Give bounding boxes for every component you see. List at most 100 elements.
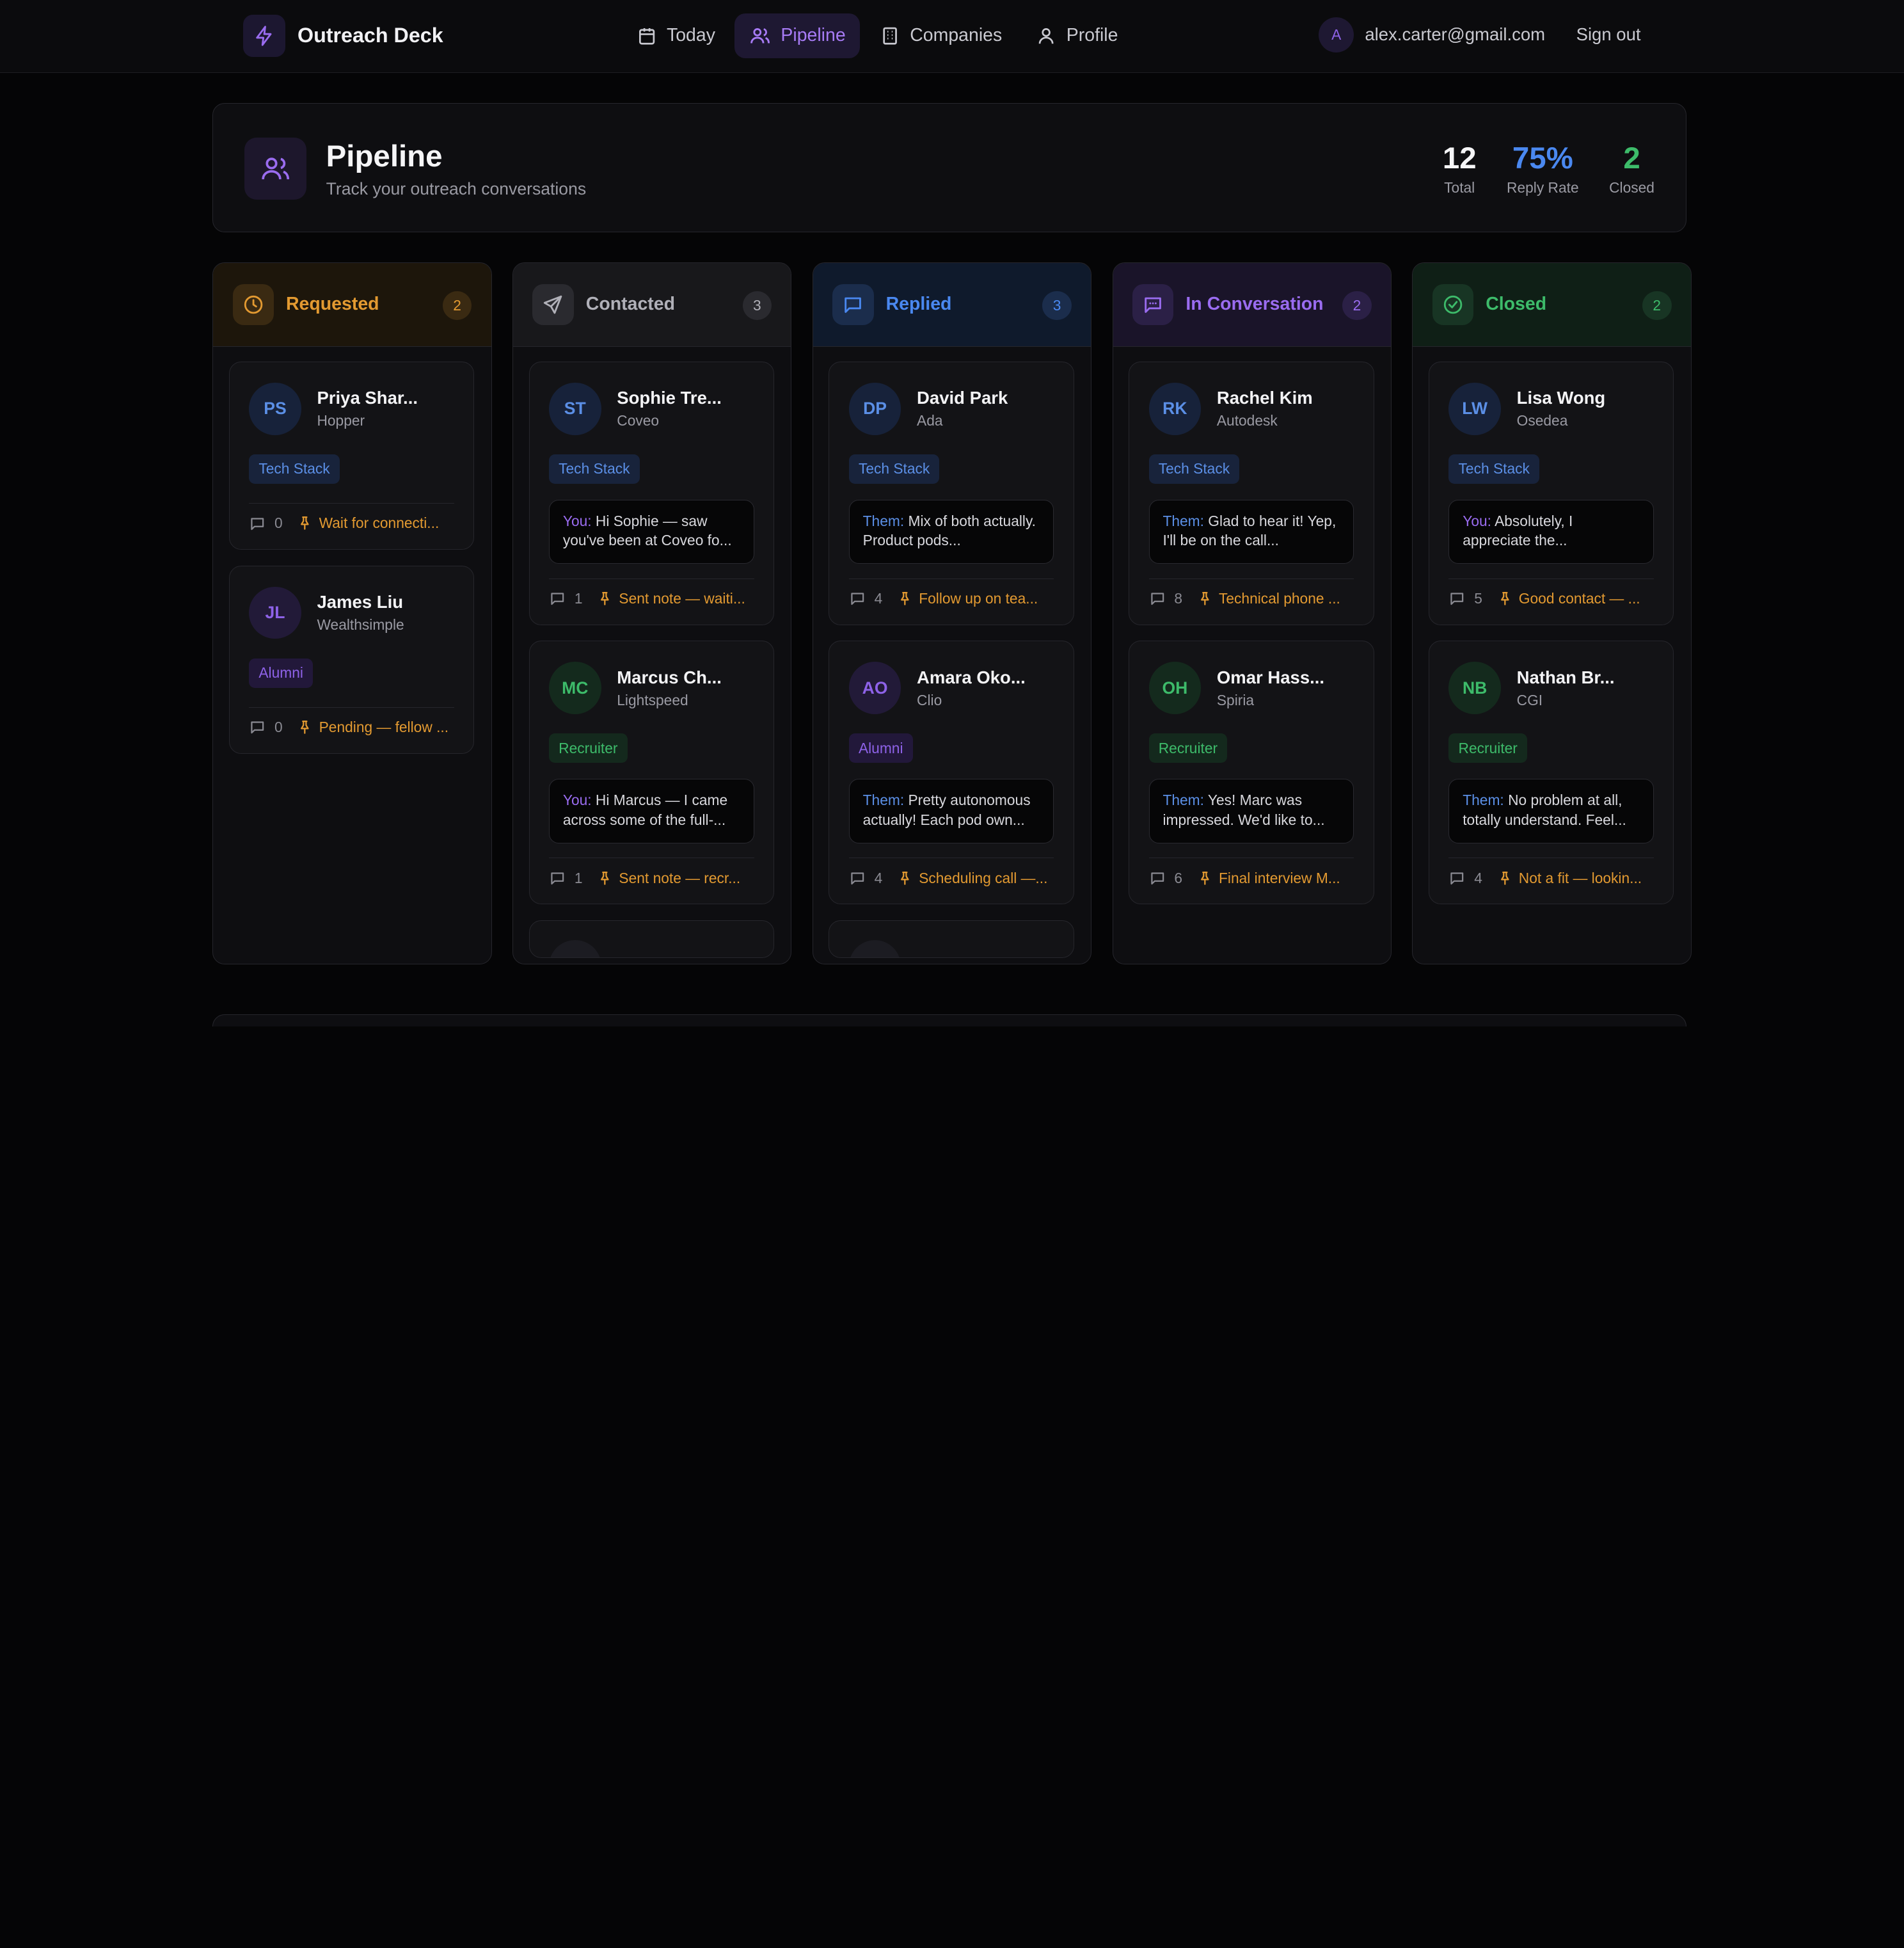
bolt-icon — [242, 14, 286, 58]
pin-icon — [301, 721, 310, 735]
app-name: Outreach Deck — [297, 24, 443, 47]
stats: 12 Total 75% Reply Rate 2 Closed — [1443, 140, 1654, 196]
column-count-badge: 2 — [1642, 291, 1672, 321]
contact-card[interactable]: OH Omar Hass... Spiria Recruiter Them: Y… — [1129, 641, 1374, 905]
contact-company: CGI — [1516, 691, 1543, 708]
message-count-icon — [1150, 872, 1164, 884]
contact-name: David Park — [917, 388, 1008, 408]
contact-card[interactable]: RK Rachel Kim Autodesk Tech Stack Them: … — [1129, 361, 1374, 625]
contact-card[interactable]: ST Sophie Tre... Coveo Tech Stack You: H… — [528, 361, 774, 625]
contact-card[interactable]: MC Marcus Ch... Lightspeed Recruiter You… — [528, 641, 774, 905]
column-count-badge: 2 — [1342, 291, 1372, 321]
contact-tag: Recruiter — [1148, 733, 1228, 763]
column-requested: Requested 2 PS Priya Shar... Hopper Tech… — [212, 262, 492, 964]
contact-tag: Tech Stack — [1148, 454, 1240, 484]
contact-name: Amara Oko... — [917, 667, 1026, 687]
contact-tag: Recruiter — [548, 733, 628, 763]
contact-company: Clio — [917, 691, 942, 708]
pin-icon — [1500, 871, 1509, 885]
card-footer: 1 Sent note — recr... — [548, 858, 754, 886]
card-footer: 0 Pending — fellow ... — [249, 707, 454, 736]
message-sender: Them: — [1162, 512, 1204, 529]
building-icon — [883, 27, 897, 45]
contact-card[interactable]: KN Kevin Ngu... — [829, 920, 1074, 958]
pin-icon — [301, 516, 310, 531]
contact-card[interactable]: LW Lisa Wong Osedea Tech Stack You: Abso… — [1429, 361, 1674, 625]
contact-tag: Tech Stack — [249, 454, 340, 484]
column-contacted: Contacted 3 ST Sophie Tre... Coveo Tech … — [512, 262, 792, 964]
contact-company: Hopper — [317, 412, 365, 429]
brand[interactable]: Outreach Deck — [242, 14, 443, 58]
column-header: Replied 3 — [813, 262, 1091, 347]
contact-tag: Tech Stack — [848, 454, 940, 484]
stat-label: Total — [1444, 179, 1475, 196]
message-count-icon — [251, 721, 264, 734]
stat-label: Closed — [1609, 179, 1654, 196]
column-title: Contacted — [585, 294, 675, 315]
stat-reply-rate: 75% Reply Rate — [1507, 140, 1579, 196]
contact-card[interactable]: AO Amara Oko... Clio Alumni Them: Pretty… — [829, 641, 1074, 905]
pin-icon — [901, 592, 909, 605]
message-count-icon — [1150, 593, 1164, 605]
contact-name: Elena Pedr... — [617, 956, 722, 957]
message-sender: You: — [562, 792, 592, 809]
app-root: Outreach Deck Today Pipeline Companies P… — [0, 0, 1904, 1026]
user-menu[interactable]: A alex.carter@gmail.com — [1319, 17, 1545, 52]
column-count-badge: 2 — [442, 291, 472, 321]
tab-companies[interactable]: Companies — [865, 13, 1017, 58]
stat-label: Reply Rate — [1507, 179, 1579, 196]
message-count: 1 — [574, 589, 583, 607]
last-message-preview: You: Absolutely, I appreciate the... — [1448, 499, 1654, 564]
contact-card[interactable]: JL James Liu Wealthsimple Alumni 0 Pendi… — [228, 565, 475, 754]
last-message-preview: You: Hi Marcus — I came across some of t… — [548, 779, 754, 843]
contact-company: Wealthsimple — [317, 616, 404, 633]
message-count: 4 — [874, 589, 883, 607]
message-count-icon — [851, 872, 864, 884]
contact-company: Ada — [917, 412, 943, 429]
tab-profile[interactable]: Profile — [1022, 13, 1133, 58]
pin-icon — [1200, 592, 1209, 605]
contact-tag: Tech Stack — [1448, 454, 1540, 484]
column-closed: Closed 2 LW Lisa Wong Osedea Tech Stack … — [1412, 262, 1692, 964]
user-email: alex.carter@gmail.com — [1365, 24, 1546, 45]
avatar: JL — [249, 586, 301, 639]
contact-name: Priya Shar... — [317, 388, 418, 408]
last-message-preview: You: Hi Sophie — saw you've been at Cove… — [548, 499, 754, 564]
column-title: Replied — [885, 294, 952, 315]
message-count-icon — [1450, 593, 1464, 605]
card-footer: 4 Follow up on tea... — [848, 578, 1054, 607]
tab-label: Profile — [1066, 25, 1118, 46]
message-count: 5 — [1474, 589, 1482, 607]
avatar: MC — [548, 662, 601, 715]
contact-card[interactable]: DP David Park Ada Tech Stack Them: Mix o… — [829, 361, 1074, 625]
next-step-note: Good contact — ... — [1518, 589, 1640, 607]
stat-closed: 2 Closed — [1609, 140, 1654, 196]
contact-tag: Alumni — [249, 658, 313, 688]
contact-card[interactable]: EP Elena Pedr... — [528, 920, 774, 958]
message-sender: Them: — [1463, 792, 1504, 809]
avatar: AO — [848, 662, 901, 715]
message-count: 8 — [1174, 589, 1183, 607]
pin-icon — [1200, 871, 1209, 885]
sign-out-button[interactable]: Sign out — [1576, 24, 1641, 45]
next-step-note: Pending — fellow ... — [319, 719, 449, 736]
contact-name: Kevin Ngu... — [917, 956, 1019, 957]
avatar: NB — [1448, 662, 1501, 715]
contact-company: Autodesk — [1216, 412, 1278, 429]
tab-today[interactable]: Today — [622, 13, 730, 58]
message-count: 0 — [274, 515, 283, 532]
column-header: Contacted 3 — [512, 262, 791, 347]
contact-card[interactable]: PS Priya Shar... Hopper Tech Stack 0 Wai… — [228, 361, 475, 550]
message-count-icon — [251, 517, 264, 530]
avatar: OH — [1148, 662, 1202, 715]
contact-card[interactable]: NB Nathan Br... CGI Recruiter Them: No p… — [1429, 641, 1674, 905]
card-footer: 1 Sent note — waiti... — [548, 578, 754, 607]
tab-pipeline[interactable]: Pipeline — [734, 13, 861, 59]
user-icon — [1039, 28, 1054, 44]
message-sender: You: — [1463, 512, 1491, 529]
avatar: EP — [548, 940, 601, 957]
send-icon — [532, 283, 574, 326]
contact-name: Rachel Kim — [1216, 388, 1313, 408]
card-list: DP David Park Ada Tech Stack Them: Mix o… — [813, 347, 1091, 964]
pipeline-header: Pipeline Track your outreach conversatio… — [212, 103, 1687, 232]
